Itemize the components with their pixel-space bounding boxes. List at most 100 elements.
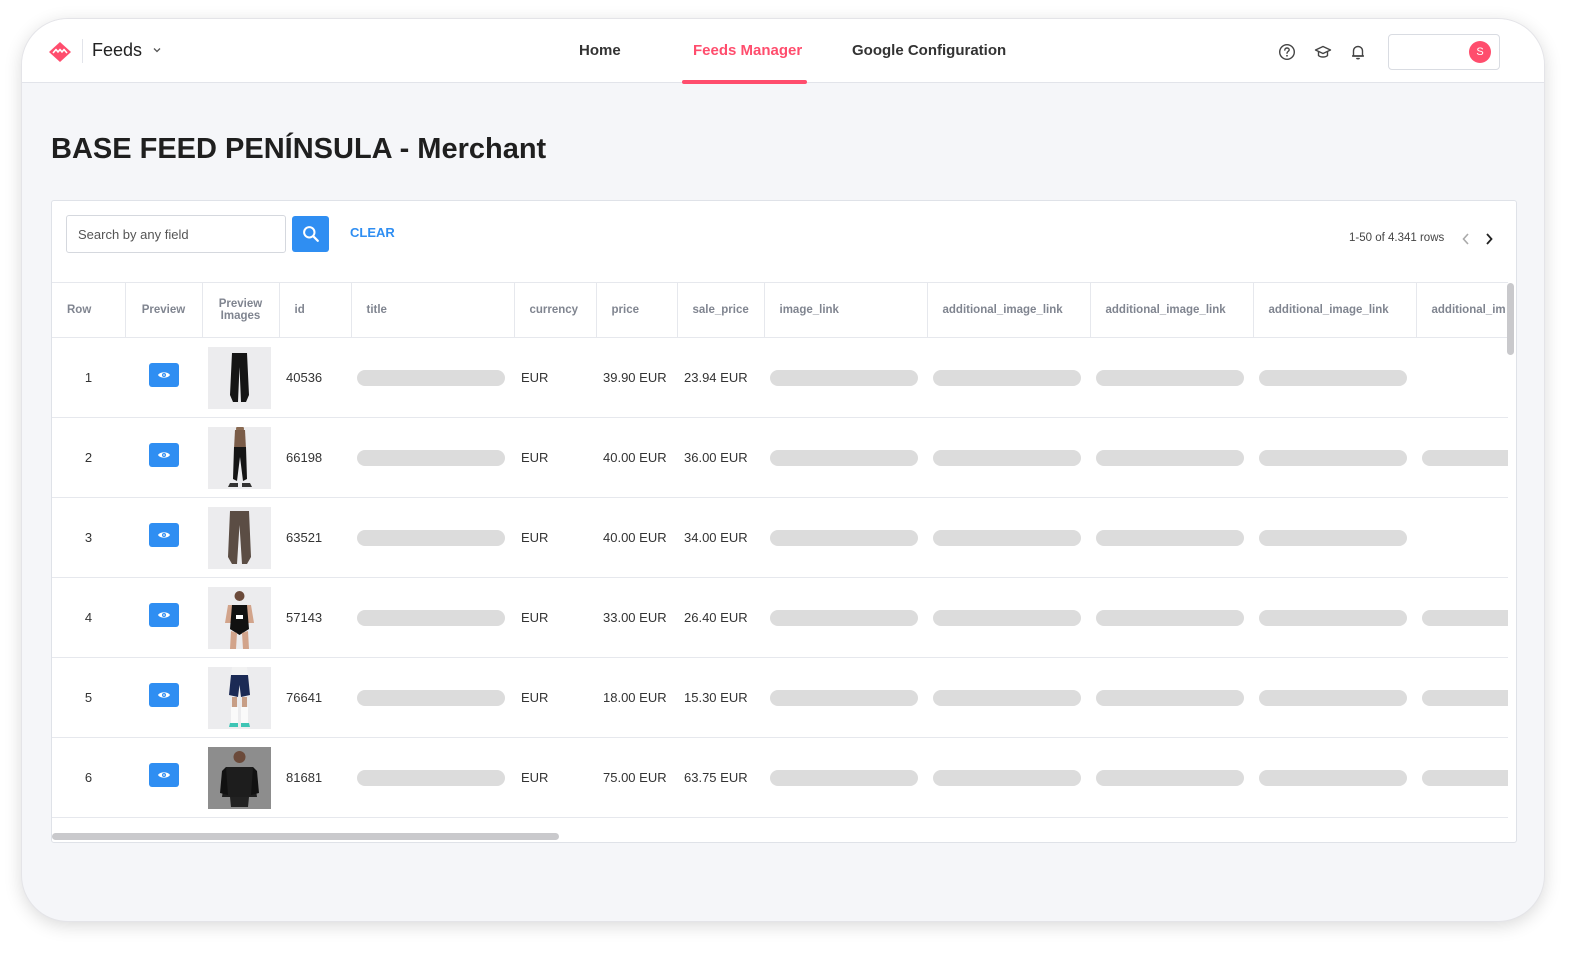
preview-cell [125,337,202,418]
graduation-cap-icon[interactable] [1314,43,1332,61]
column-header[interactable]: image_link [764,282,928,338]
cell-additional-image-link [1416,417,1508,498]
chevron-right-icon[interactable] [1482,231,1496,247]
nav-google-configuration[interactable]: Google Configuration [852,19,1006,82]
redacted-value-placeholder [770,529,918,546]
column-header[interactable]: additional_im [1416,282,1508,338]
data-table-viewport[interactable]: Row Preview Preview Images id title curr… [52,282,1508,830]
avatar[interactable]: S [1469,41,1491,63]
product-thumbnail[interactable] [208,426,271,489]
column-header[interactable]: additional_image_link [1090,282,1254,338]
preview-image-cell [202,337,279,418]
app-switcher-label[interactable]: Feeds [92,40,142,61]
cell-price: 75.00 EUR [596,737,677,818]
redacted-value-placeholder [357,609,505,626]
preview-cell [125,657,202,738]
product-thumbnail[interactable] [208,666,271,729]
redacted-value-placeholder [1422,689,1508,706]
redacted-value-placeholder [1259,529,1407,546]
help-icon[interactable] [1278,43,1296,61]
cell-additional-image-link [1253,337,1416,418]
redacted-value-placeholder [357,369,505,386]
cell-title [351,577,514,658]
table-row[interactable]: 6 81681 EUR 75.00 EUR 63.75 EUR [52,737,1508,818]
cell-sale-price: 15.30 EUR [677,657,764,738]
cell-title [351,417,514,498]
product-thumbnail[interactable] [208,506,271,569]
cell-additional-image-link [1090,497,1253,578]
chevron-down-icon[interactable] [152,45,162,55]
cell-image-link [764,497,927,578]
cell-id: 57143 [279,577,351,658]
horizontal-scrollbar-thumb[interactable] [52,833,559,840]
column-header[interactable]: currency [514,282,597,338]
redacted-value-placeholder [770,689,918,706]
bell-icon[interactable] [1349,43,1367,61]
cell-additional-image-link [927,417,1090,498]
cell-currency: EUR [514,337,596,418]
column-header[interactable]: additional_image_link [1253,282,1417,338]
column-header[interactable]: additional_image_link [927,282,1091,338]
cell-title [351,657,514,738]
redacted-value-placeholder [1096,609,1244,626]
search-button[interactable] [292,216,329,252]
cell-currency: EUR [514,657,596,738]
redacted-value-placeholder [1422,769,1508,786]
cell-sale-price: 23.94 EUR [677,337,764,418]
user-menu[interactable]: S [1388,34,1500,70]
vertical-scrollbar-thumb[interactable] [1507,283,1514,355]
table-row[interactable]: 5 76641 EUR 18.00 EUR 15.30 EUR [52,657,1508,738]
nav-feeds-manager[interactable]: Feeds Manager [693,19,802,82]
redacted-value-placeholder [1422,609,1508,626]
cell-additional-image-link [1416,657,1508,738]
column-header[interactable]: title [351,282,515,338]
column-header[interactable]: id [279,282,352,338]
redacted-value-placeholder [933,369,1081,386]
column-header[interactable]: sale_price [677,282,765,338]
product-thumbnail[interactable] [208,746,271,809]
nav-home[interactable]: Home [579,19,621,82]
redacted-value-placeholder [933,689,1081,706]
column-header[interactable]: Preview Images [202,282,280,338]
cell-image-link [764,417,927,498]
product-thumbnail[interactable] [208,346,271,409]
row-number: 6 [52,737,125,818]
preview-button[interactable] [148,762,179,787]
column-header[interactable]: Row [52,282,126,338]
table-row[interactable]: 4 57143 EUR 33.00 EUR 26.40 EUR [52,577,1508,658]
active-tab-indicator [682,80,807,84]
clear-button[interactable]: CLEAR [350,225,395,240]
table-row[interactable]: 3 63521 EUR 40.00 EUR 34.00 EUR [52,497,1508,578]
preview-button[interactable] [148,362,179,387]
table-header-row: Row Preview Preview Images id title curr… [52,282,1508,338]
preview-button[interactable] [148,522,179,547]
redacted-value-placeholder [1259,609,1407,626]
redacted-value-placeholder [1096,689,1244,706]
redacted-value-placeholder [1259,689,1407,706]
column-header[interactable]: price [596,282,678,338]
table-row[interactable]: 1 40536 EUR 39.90 EUR 23.94 EUR [52,337,1508,418]
redacted-value-placeholder [933,769,1081,786]
preview-cell [125,497,202,578]
preview-button[interactable] [148,442,179,467]
cell-currency: EUR [514,737,596,818]
brand-logo-icon[interactable] [48,41,72,63]
product-thumbnail[interactable] [208,586,271,649]
cell-sale-price: 36.00 EUR [677,417,764,498]
redacted-value-placeholder [1096,369,1244,386]
preview-button[interactable] [148,682,179,707]
preview-cell [125,417,202,498]
cell-price: 39.90 EUR [596,337,677,418]
preview-image-cell [202,497,279,578]
cell-additional-image-link [1090,337,1253,418]
column-header[interactable]: Preview [125,282,203,338]
cell-additional-image-link [927,737,1090,818]
redacted-value-placeholder [933,609,1081,626]
search-input[interactable] [66,215,286,253]
search-icon [303,226,319,242]
preview-image-cell [202,657,279,738]
preview-button[interactable] [148,602,179,627]
chevron-left-icon[interactable] [1459,231,1473,247]
table-row[interactable]: 2 66198 EUR 40.00 EUR 36.00 EUR [52,417,1508,498]
cell-additional-image-link [1416,737,1508,818]
